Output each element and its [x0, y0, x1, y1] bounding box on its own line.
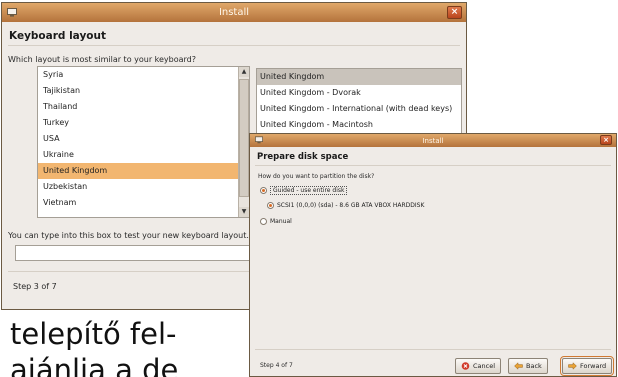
test-input-label: You can type into this box to test your …	[8, 231, 249, 240]
list-item[interactable]: Tajikistan	[38, 83, 249, 99]
scrollbar-thumb[interactable]	[239, 79, 249, 197]
computer-icon	[7, 8, 17, 17]
arrow-right-icon	[568, 362, 577, 370]
step-indicator: Step 3 of 7	[13, 282, 57, 291]
article-line-1: telepítő fel-	[10, 317, 177, 351]
manual-option[interactable]: Manual	[260, 218, 292, 225]
list-item[interactable]: Syria	[38, 67, 249, 83]
cancel-button-label: Cancel	[473, 362, 496, 370]
guided-option-label: Guided - use entire disk	[270, 186, 348, 195]
radio-button-checked[interactable]	[260, 187, 267, 194]
close-button[interactable]: ×	[447, 6, 462, 19]
radio-button[interactable]	[260, 218, 267, 225]
radio-button-checked[interactable]	[267, 202, 274, 209]
disk-option[interactable]: SCSI1 (0,0,0) (sda) - 8.6 GB ATA VBOX HA…	[267, 202, 424, 209]
computer-icon	[255, 136, 263, 144]
layout-list[interactable]: Syria Tajikistan Thailand Turkey USA Ukr…	[37, 66, 250, 218]
window-title: Install	[422, 136, 444, 145]
layout-question: Which layout is most similar to your key…	[8, 55, 197, 64]
list-item[interactable]: United Kingdom - Macintosh	[257, 117, 461, 133]
list-item-selected[interactable]: United Kingdom	[38, 163, 249, 179]
close-icon: ×	[603, 136, 609, 144]
layout-list-scrollbar[interactable]: ▲ ▼	[238, 67, 249, 217]
page-title: Keyboard layout	[9, 30, 106, 42]
scroll-down-icon[interactable]: ▼	[239, 207, 249, 217]
article-line-2: ajánlja a de	[10, 353, 179, 377]
arrow-left-icon	[514, 362, 523, 370]
variant-list[interactable]: United Kingdom United Kingdom - Dvorak U…	[256, 68, 462, 138]
manual-option-label: Manual	[270, 218, 292, 225]
list-item[interactable]: Vietnam	[38, 195, 249, 211]
prepare-disk-window: Install × Prepare disk space How do you …	[249, 133, 617, 377]
partition-question: How do you want to partition the disk?	[258, 173, 375, 180]
cancel-icon	[461, 362, 470, 370]
disk-option-label: SCSI1 (0,0,0) (sda) - 8.6 GB ATA VBOX HA…	[277, 202, 425, 209]
forward-button[interactable]: Forward	[559, 356, 615, 376]
page-title: Prepare disk space	[257, 152, 349, 162]
divider	[255, 349, 611, 350]
close-button[interactable]: ×	[600, 135, 612, 145]
keyboard-window-titlebar[interactable]: Install ×	[2, 3, 466, 22]
step-indicator: Step 4 of 7	[260, 362, 293, 369]
divider	[8, 45, 460, 46]
scroll-up-icon[interactable]: ▲	[239, 67, 249, 77]
list-item[interactable]: Turkey	[38, 115, 249, 131]
window-title: Install	[218, 7, 250, 18]
list-item[interactable]: Thailand	[38, 99, 249, 115]
list-item[interactable]: United Kingdom - International (with dea…	[257, 101, 461, 117]
back-button-label: Back	[526, 362, 542, 370]
list-item[interactable]: Uzbekistan	[38, 179, 249, 195]
list-item-selected[interactable]: United Kingdom	[257, 69, 461, 85]
article-text: telepítő fel- ajánlja a de	[10, 316, 178, 377]
cancel-button[interactable]: Cancel	[455, 358, 502, 374]
list-item[interactable]: Ukraine	[38, 147, 249, 163]
divider	[255, 165, 611, 166]
back-button[interactable]: Back	[508, 358, 548, 374]
list-item[interactable]: United Kingdom - Dvorak	[257, 85, 461, 101]
guided-option[interactable]: Guided - use entire disk	[260, 186, 348, 195]
forward-button-label: Forward	[580, 362, 607, 370]
keyboard-test-input[interactable]	[15, 245, 255, 261]
close-icon: ×	[450, 7, 459, 17]
list-item[interactable]: USA	[38, 131, 249, 147]
disk-window-titlebar[interactable]: Install ×	[250, 134, 616, 147]
